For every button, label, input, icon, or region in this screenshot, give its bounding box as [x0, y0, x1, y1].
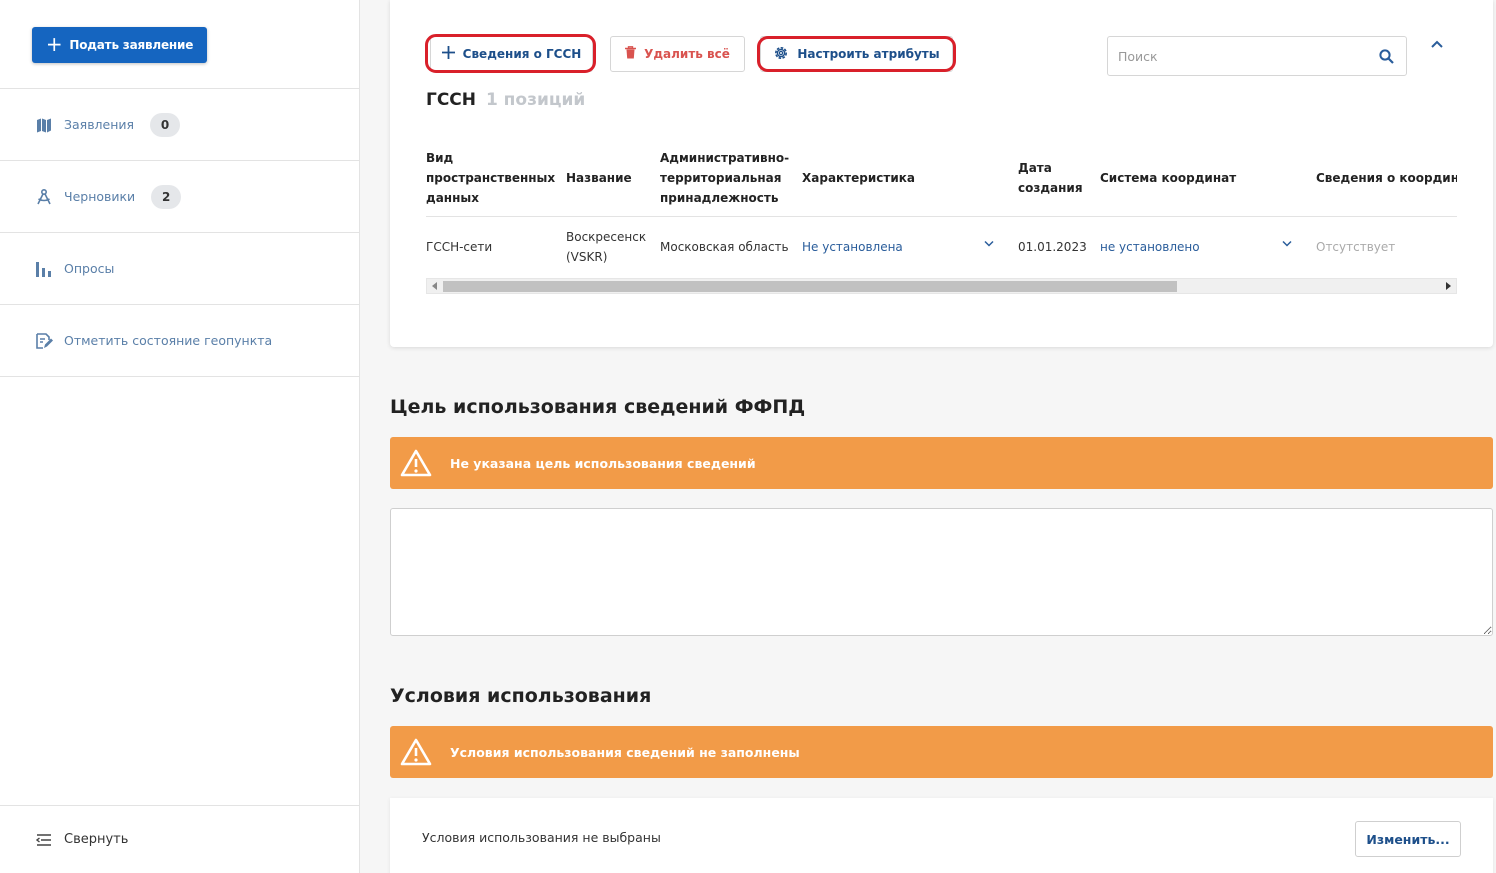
sidebar-item-surveys[interactable]: Опросы	[0, 233, 359, 305]
horizontal-scrollbar[interactable]	[426, 278, 1457, 294]
trash-icon	[625, 46, 637, 62]
chevron-up-icon[interactable]	[1430, 38, 1448, 52]
column-header: Вид пространственных данных	[426, 151, 556, 205]
add-gssn-label: Сведения о ГССН	[462, 47, 582, 61]
column-header: Система координат	[1100, 171, 1237, 185]
sidebar-item-label: Отметить состояние геопункта	[64, 333, 273, 348]
submit-application-label: Подать заявление	[69, 38, 194, 52]
search-icon[interactable]	[1366, 48, 1406, 64]
column-header: Характеристика	[802, 171, 915, 185]
count-badge: 0	[150, 112, 181, 137]
column-header: Сведения о координатах	[1316, 171, 1457, 185]
sidebar: + Подать заявление Заявления 0 Черновики…	[0, 0, 360, 873]
edit-document-icon	[34, 331, 53, 350]
sidebar-item-label: Заявления	[64, 117, 135, 132]
configure-attributes-button[interactable]: Настроить атрибуты	[760, 36, 953, 72]
count-badge: 2	[151, 184, 182, 209]
column-header: Административно-территориальная принадле…	[660, 151, 790, 205]
column-header: Дата создания	[1018, 161, 1083, 195]
warning-icon	[400, 448, 432, 478]
purpose-textarea[interactable]	[390, 508, 1493, 636]
cell-coord-info: Отсутствует	[1316, 240, 1396, 254]
sidebar-item-drafts[interactable]: Черновики 2	[0, 161, 359, 233]
gear-icon	[773, 45, 789, 64]
sidebar-item-mark-geopoint[interactable]: Отметить состояние геопункта	[0, 305, 359, 377]
add-gssn-info-button[interactable]: Сведения о ГССН	[430, 36, 593, 72]
delete-all-button[interactable]: Удалить всё	[610, 36, 745, 72]
collapse-menu-icon	[36, 833, 53, 847]
terms-warning-alert: Условия использования сведений не заполн…	[390, 726, 1493, 778]
submit-application-button[interactable]: + Подать заявление	[32, 27, 207, 63]
plus-icon: +	[45, 32, 63, 56]
characteristic-select[interactable]: Не установлена	[802, 226, 982, 268]
purpose-warning-alert: Не указана цель использования сведений	[390, 437, 1493, 489]
delete-all-label: Удалить всё	[644, 47, 730, 61]
chevron-down-icon[interactable]	[1282, 236, 1294, 248]
collapse-sidebar-button[interactable]: Свернуть	[0, 805, 359, 873]
items-count: 1 позиций	[485, 90, 586, 110]
card-title: ГССН 1 позиций	[426, 90, 585, 110]
card-title-text: ГССН	[426, 90, 477, 110]
compass-icon	[34, 187, 53, 206]
gssn-table: Вид пространственных данных Название Адм…	[426, 140, 1457, 278]
cell-name: Воскресенск (VSKR)	[566, 230, 647, 264]
sidebar-header: + Подать заявление	[0, 0, 359, 89]
scrollbar-thumb[interactable]	[443, 281, 1177, 292]
warning-icon	[400, 737, 432, 767]
change-terms-button[interactable]: Изменить...	[1355, 821, 1461, 857]
coordinate-system-select[interactable]: не установлено	[1100, 226, 1280, 268]
scroll-right-icon[interactable]	[1446, 282, 1451, 290]
cell-date: 01.01.2023	[1018, 240, 1087, 254]
map-icon	[34, 115, 53, 134]
scroll-left-icon[interactable]	[432, 282, 437, 290]
gssn-card: Сведения о ГССН Удалить всё Настроить ат…	[390, 0, 1493, 347]
header-divider	[426, 216, 1457, 217]
terms-status-text: Условия использования не выбраны	[422, 830, 661, 845]
purpose-section-title: Цель использования сведений ФФПД	[390, 396, 806, 418]
search-input[interactable]	[1118, 48, 1366, 64]
plus-icon	[441, 46, 455, 62]
cell-type: ГССН-сети	[426, 240, 493, 254]
cell-admin: Московская область	[660, 240, 789, 254]
bar-chart-icon	[34, 259, 53, 278]
terms-card: Условия использования не выбраны Изменит…	[390, 798, 1493, 873]
terms-section-title: Условия использования	[390, 685, 652, 707]
configure-attributes-label: Настроить атрибуты	[797, 47, 940, 61]
column-header: Название	[566, 171, 632, 185]
sidebar-item-label: Опросы	[64, 261, 115, 276]
chevron-down-icon[interactable]	[984, 236, 996, 248]
purpose-warning-text: Не указана цель использования сведений	[450, 455, 756, 471]
sidebar-item-label: Черновики	[64, 189, 136, 204]
collapse-label: Свернуть	[64, 832, 129, 847]
terms-warning-text: Условия использования сведений не заполн…	[450, 744, 800, 760]
sidebar-item-applications[interactable]: Заявления 0	[0, 89, 359, 161]
search-field	[1107, 36, 1407, 76]
